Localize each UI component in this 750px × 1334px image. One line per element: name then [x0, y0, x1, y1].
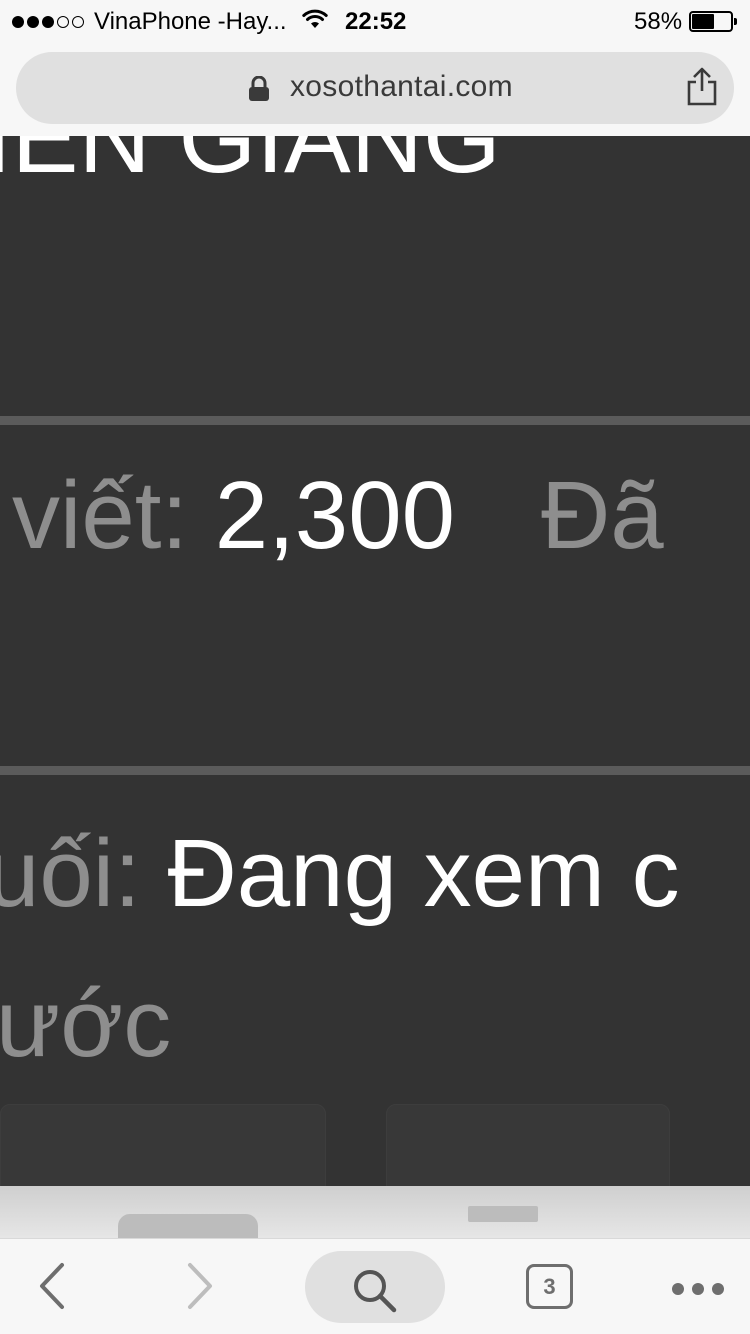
last-row: uối: Đang xem c [0, 826, 680, 922]
province-heading: IÊN GIANG [0, 136, 501, 194]
browser-address-area: xosothantai.com [0, 42, 750, 136]
share-icon[interactable] [684, 67, 720, 107]
battery-percent: 58% [634, 8, 683, 35]
signal-strength-icon [12, 16, 84, 28]
last-row-continuation: ước [0, 970, 172, 1077]
posts-value: 2,300 [214, 462, 455, 569]
carrier-info: VinaPhone -Hay... [12, 8, 287, 36]
divider [0, 766, 750, 775]
search-icon [354, 1270, 397, 1313]
status-bar: VinaPhone -Hay... 22:52 58% [0, 0, 750, 42]
tabs-button[interactable]: 3 [526, 1264, 573, 1309]
web-page-content: IÊN GIANG viết: 2,300 Đã uối: Đang xem c … [0, 136, 750, 1186]
tab-count: 3 [543, 1274, 556, 1299]
last-row-value: Đang xem c [167, 820, 680, 927]
chevron-right-icon[interactable] [184, 1261, 216, 1311]
wifi-icon [302, 9, 328, 28]
lock-icon [249, 76, 269, 101]
content-card [0, 1104, 326, 1186]
last-row-label: uối: [0, 820, 141, 927]
chevron-left-icon[interactable] [36, 1261, 68, 1311]
content-card [386, 1104, 670, 1186]
browser-toolbar: 3 [0, 1238, 750, 1334]
address-bar[interactable]: xosothantai.com [16, 52, 734, 124]
divider [0, 416, 750, 425]
more-dots-icon[interactable] [672, 1283, 724, 1295]
carrier-name: VinaPhone -Hay... [94, 8, 287, 35]
battery-icon [689, 11, 737, 32]
faded-icon-shape [468, 1206, 538, 1222]
posts-label: viết: [12, 462, 189, 569]
posts-trailing-label: Đã [540, 462, 664, 569]
clock: 22:52 [345, 8, 407, 35]
faded-icon-shape [118, 1214, 258, 1238]
posts-row: viết: 2,300 Đã [12, 468, 664, 564]
search-button[interactable] [305, 1251, 445, 1323]
url-text: xosothantai.com [290, 70, 513, 103]
content-fade [0, 1186, 750, 1238]
